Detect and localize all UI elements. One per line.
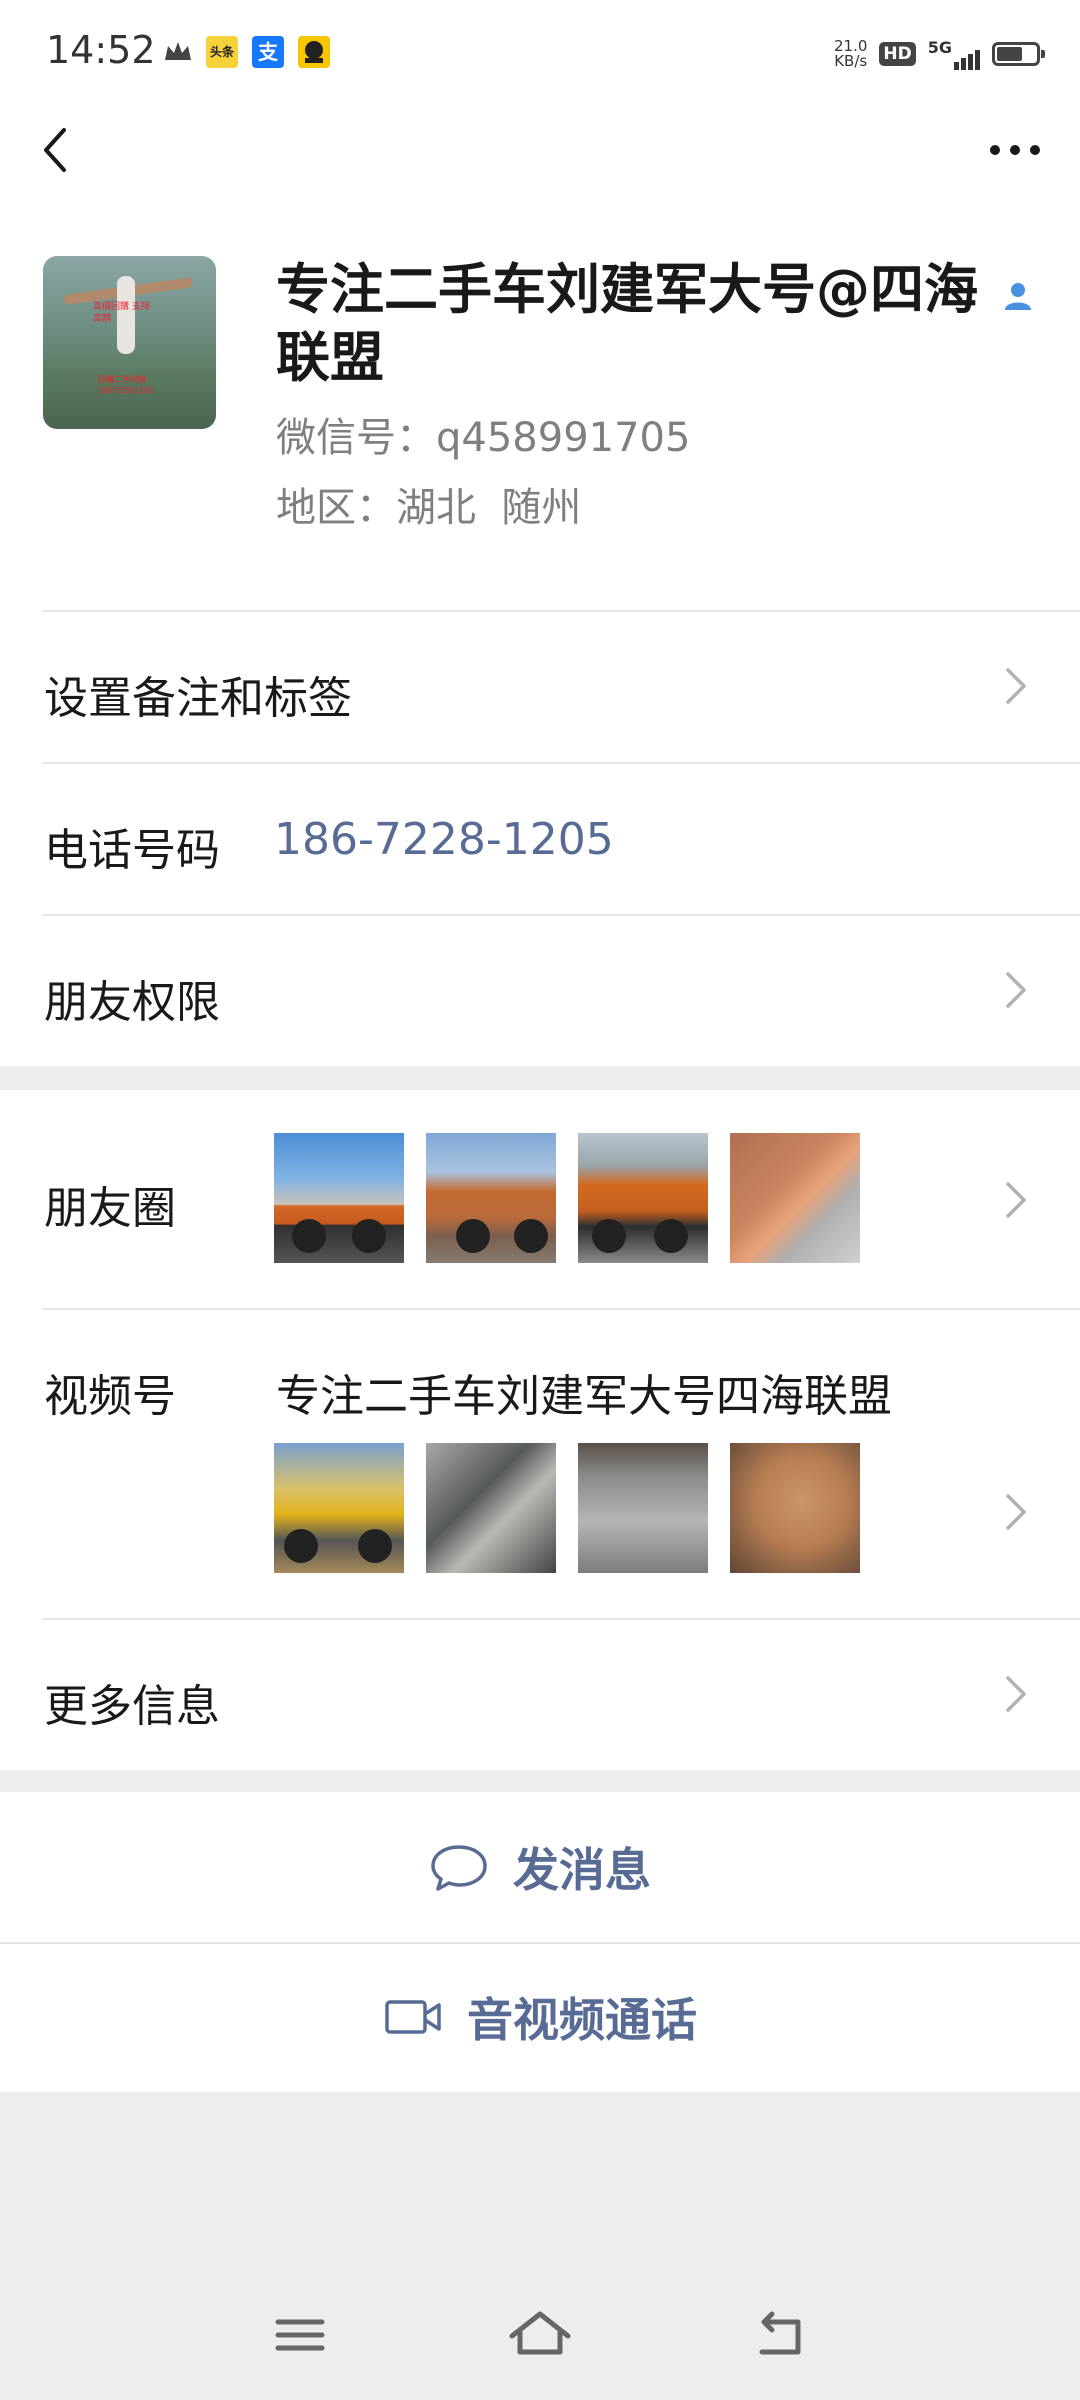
chevron-right-icon (1006, 668, 1026, 704)
divider (42, 762, 1080, 764)
net-speed: 21.0 KB/s (834, 39, 867, 69)
chat-bubble-icon (431, 1845, 487, 1891)
system-nav-bar (0, 2280, 1080, 2400)
moments-photo (426, 1133, 556, 1263)
status-right: 21.0 KB/s HD 5G (834, 34, 1045, 74)
row-friend-permission[interactable]: 朋友权限 (0, 914, 1080, 1066)
moments-label: 朋友圈 (44, 1183, 176, 1234)
row-more-info[interactable]: 更多信息 (0, 1618, 1080, 1770)
status-time: 14:52 (46, 28, 156, 72)
more-info-label: 更多信息 (44, 1681, 220, 1732)
profile-header: 高價回購 支持高額 回購二手挖機 18672281205 专注二手车刘建军大号@… (0, 200, 1080, 610)
divider (0, 1942, 1080, 1944)
channels-video-thumb (426, 1443, 556, 1573)
net-speed-unit: KB/s (834, 52, 868, 70)
wechat-id-label: 微信号： (276, 415, 436, 461)
region-label: 地区： (276, 485, 396, 531)
row-phone: 电话号码 186-7228-1205 (0, 762, 1080, 914)
send-message-button[interactable]: 发消息 (0, 1792, 1080, 1942)
region: 地区：湖北 随州 (276, 475, 581, 533)
chevron-right-icon (1006, 1182, 1026, 1218)
channels-video-thumb (578, 1443, 708, 1573)
row-remark-tags[interactable]: 设置备注和标签 (0, 610, 1080, 762)
phone-number-link[interactable]: 186-7228-1205 (274, 814, 614, 865)
battery-icon (992, 42, 1045, 66)
wechat-id-value: q458991705 (436, 415, 691, 461)
row-moments[interactable]: 朋友圈 (0, 1090, 1080, 1308)
chevron-right-icon (1006, 1494, 1026, 1530)
more-icon[interactable] (980, 120, 1050, 180)
avatar-text-bottom: 回購二手挖機 18672281205 (98, 375, 154, 395)
network-label: 5G (927, 38, 952, 57)
divider (42, 610, 1080, 612)
divider (42, 1308, 1080, 1310)
status-bar: 14:52 头条 支 21.0 KB/s HD 5G (0, 0, 1080, 100)
friend-permission-label: 朋友权限 (44, 977, 220, 1028)
avatar[interactable]: 高價回購 支持高額 回購二手挖機 18672281205 (43, 256, 216, 429)
toutiao-label: 头条 (209, 45, 234, 59)
nav-bar (0, 100, 1080, 200)
video-call-button[interactable]: 音视频通话 (0, 1942, 1080, 2092)
alipay-icon: 支 (252, 36, 284, 68)
hd-badge: HD (879, 42, 916, 66)
app-icon (298, 36, 330, 68)
row-channels[interactable]: 视频号 专注二手车刘建军大号四海联盟 (0, 1308, 1080, 1618)
menu-icon[interactable] (260, 2300, 340, 2370)
alipay-label: 支 (258, 40, 278, 64)
remark-tags-label: 设置备注和标签 (44, 673, 352, 724)
wechat-id: 微信号：q458991705 (276, 405, 690, 463)
video-call-label: 音视频通话 (467, 1993, 697, 2047)
phone-label: 电话号码 (44, 825, 220, 876)
channels-label: 视频号 (44, 1371, 176, 1422)
avatar-text-top: 高價回購 支持高額 (93, 302, 150, 324)
contact-name: 专注二手车刘建军大号@四海联盟 (276, 258, 978, 389)
channels-name: 专注二手车刘建军大号四海联盟 (276, 1371, 892, 1422)
contact-profile-page: 14:52 头条 支 21.0 KB/s HD 5G 高價回購 支持高額 回購二… (0, 0, 1080, 2400)
chevron-right-icon (1006, 972, 1026, 1008)
video-camera-icon (385, 2000, 441, 2034)
send-message-label: 发消息 (513, 1843, 651, 1897)
divider (42, 914, 1080, 916)
chevron-right-icon (1006, 1676, 1026, 1712)
crown-icon (165, 42, 191, 60)
chevron-left-icon[interactable] (30, 120, 90, 180)
home-icon[interactable] (500, 2300, 580, 2370)
channels-video-thumb (730, 1443, 860, 1573)
back-icon[interactable] (740, 2300, 820, 2370)
moments-photo (730, 1133, 860, 1263)
region-value: 湖北 随州 (396, 485, 582, 531)
channels-video-thumb (274, 1443, 404, 1573)
moments-photo (274, 1133, 404, 1263)
verified-user-icon (1005, 283, 1031, 310)
divider (42, 1618, 1080, 1620)
signal-icon: 5G (928, 38, 980, 70)
moments-photo (578, 1133, 708, 1263)
toutiao-icon: 头条 (206, 36, 238, 68)
